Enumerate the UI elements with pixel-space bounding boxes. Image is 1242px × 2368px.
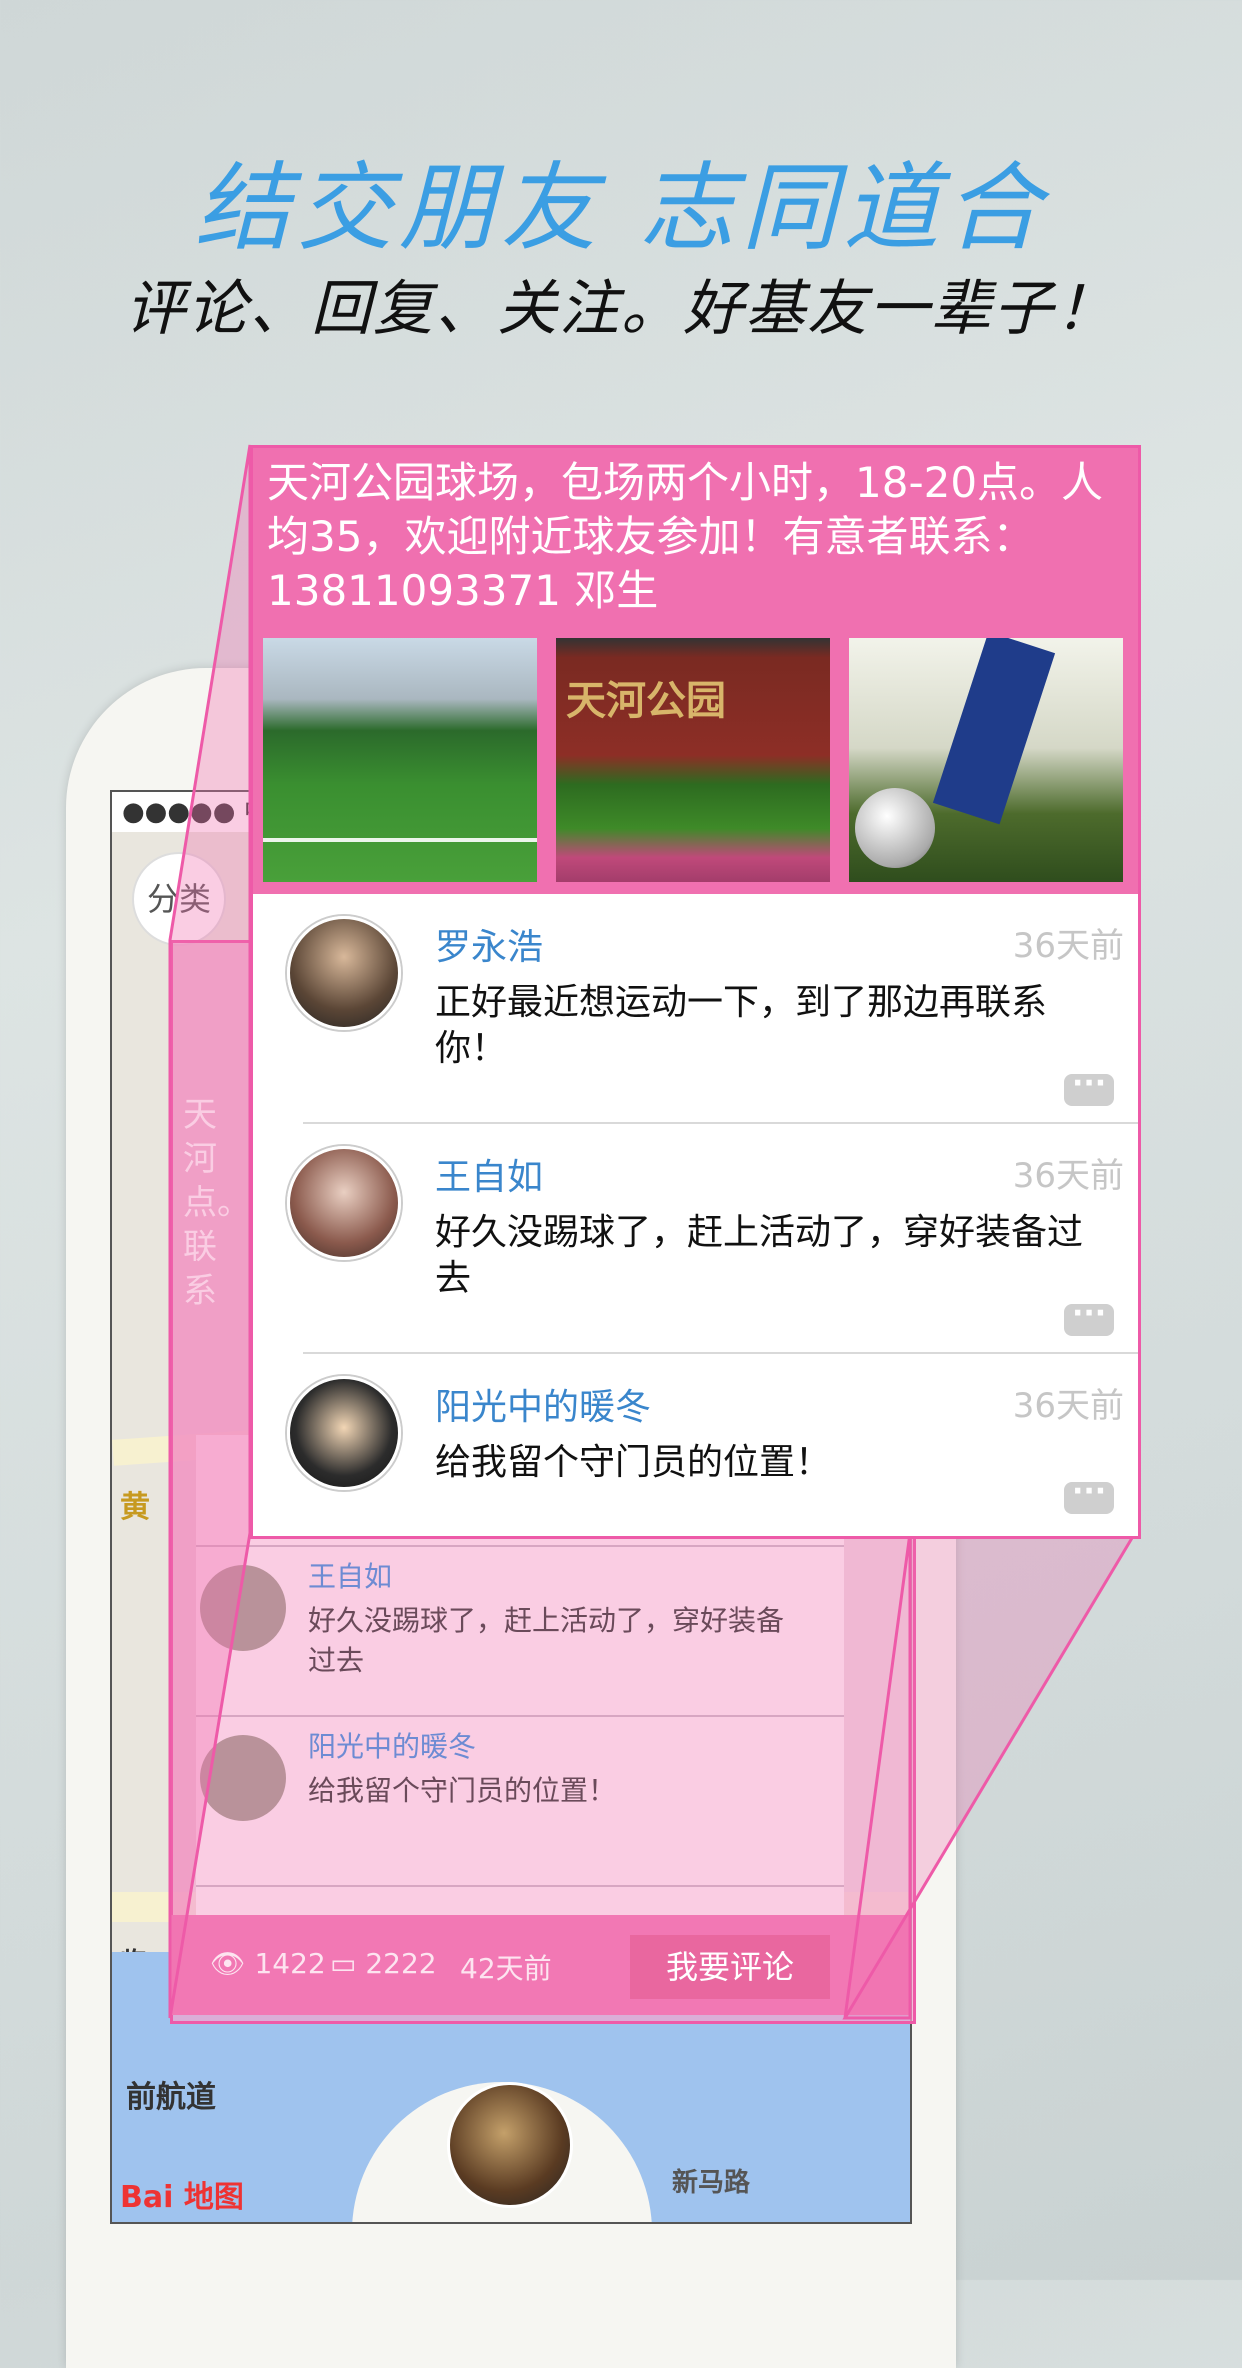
post-photo-football[interactable] [849,638,1123,882]
avatar[interactable] [287,1376,401,1490]
reply-icon[interactable] [1064,1066,1114,1106]
comment-item: 罗永浩 36天前 正好最近想运动一下，到了那边再联系你！ [253,894,1138,1122]
comment-text: 好久没踢球了，赶上活动了，穿好装备过去 [435,1212,1084,1299]
comment-author[interactable]: 罗永浩 [435,918,543,970]
comment-item: 阳光中的暖冬 36天前 给我留个守门员的位置！ [253,1354,1138,1536]
comment-list: 罗永浩 36天前 正好最近想运动一下，到了那边再联系你！ 王自如 36天前 好久… [253,894,1138,1536]
comment-text: 给我留个守门员的位置！ [435,1442,832,1483]
post-text: 天河公园球场，包场两个小时，18-20点。人均35，欢迎附近球友参加！有意者联系… [267,458,1104,615]
avatar[interactable] [287,1146,401,1260]
pitch-line [263,838,537,842]
post-photo-park-sign[interactable]: 天河公园 [556,638,830,882]
comment-time: 36天前 [1012,1386,1124,1426]
avatar[interactable] [287,916,401,1030]
player-leg [932,638,1056,825]
post-photo-field[interactable] [263,638,537,882]
comment-item: 王自如 36天前 好久没踢球了，赶上活动了，穿好装备过去 [253,1124,1138,1352]
park-sign-text: 天河公园 [566,678,726,724]
post-card[interactable]: 天河公园球场，包场两个小时，18-20点。人均35，欢迎附近球友参加！有意者联系… [250,445,1141,1539]
comment-author[interactable]: 阳光中的暖冬 [435,1378,651,1430]
comment-time: 36天前 [1012,1156,1124,1196]
reply-icon[interactable] [1064,1296,1114,1336]
comment-text: 正好最近想运动一下，到了那边再联系你！ [435,982,1048,1069]
comment-author[interactable]: 王自如 [435,1148,543,1200]
comment-time: 36天前 [1012,926,1124,966]
football-icon [855,788,935,868]
reply-icon[interactable] [1064,1474,1114,1514]
